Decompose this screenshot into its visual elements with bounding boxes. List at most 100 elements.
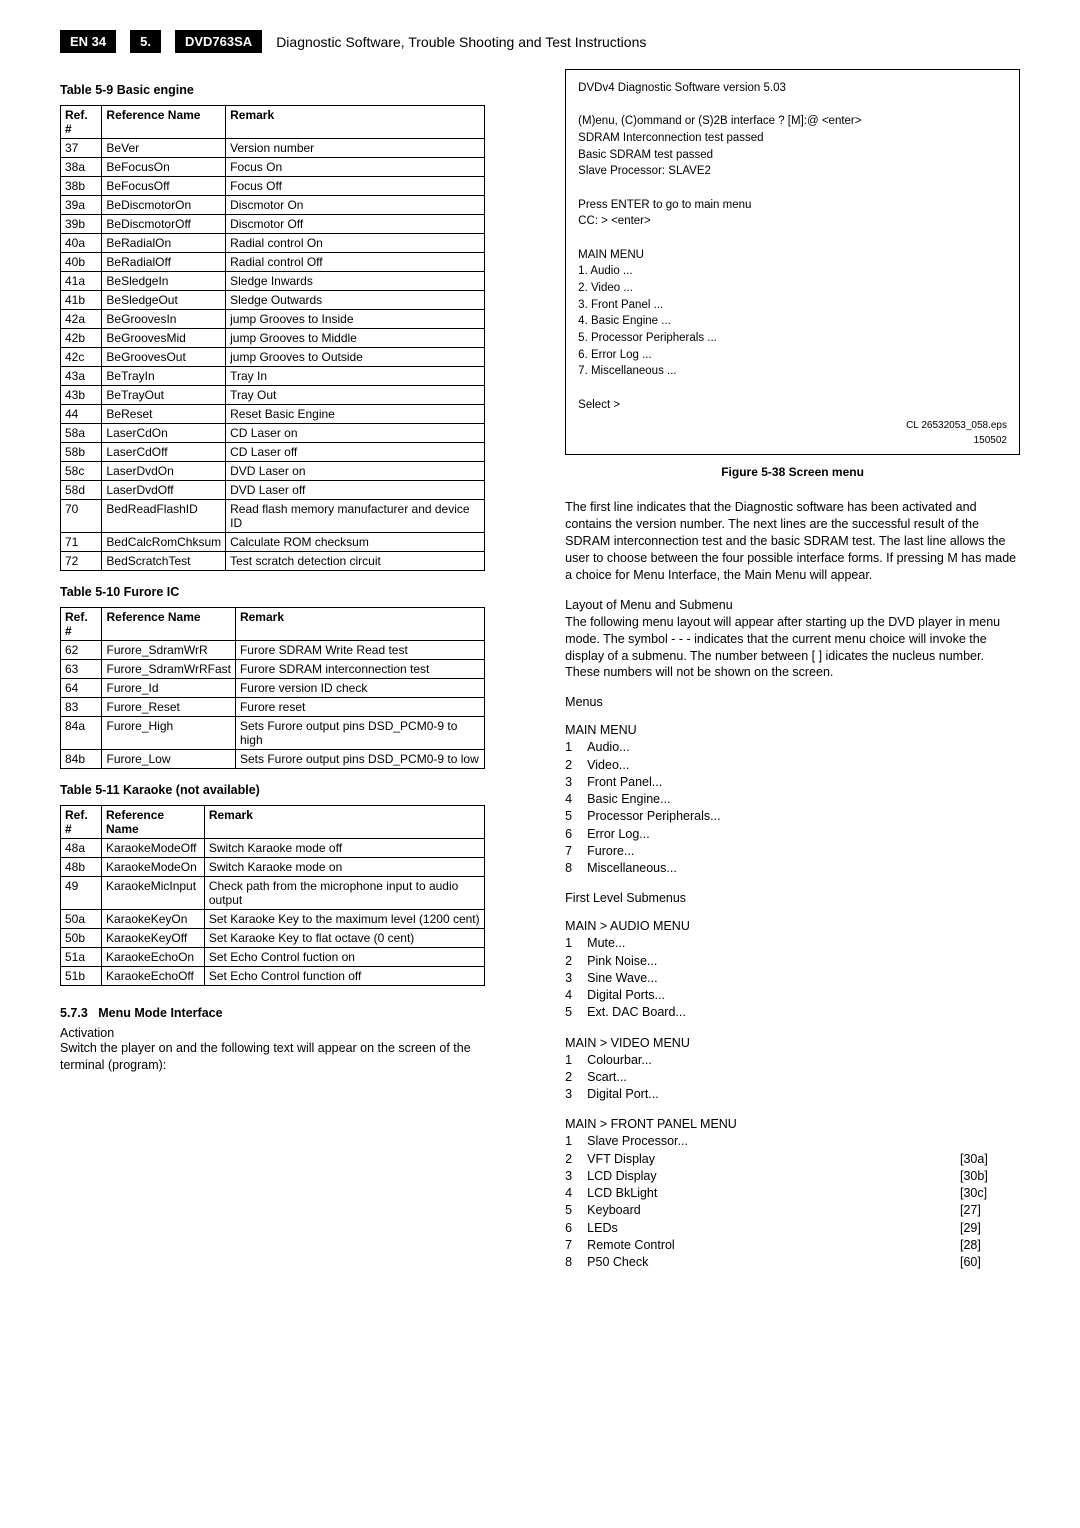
menu-item: 5Keyboard[27]	[565, 1202, 1020, 1219]
table-cell: CD Laser on	[226, 424, 485, 443]
table-cell: Focus Off	[226, 177, 485, 196]
table-5-11-title: Table 5-11 Karaoke (not available)	[60, 783, 485, 797]
first-level-label: First Level Submenus	[565, 891, 1020, 905]
screen-line: Press ENTER to go to main menu	[578, 197, 1007, 214]
table-cell: Set Karaoke Key to flat octave (0 cent)	[204, 929, 484, 948]
col-ref: Ref. #	[61, 806, 102, 839]
table-cell: 41a	[61, 272, 102, 291]
menu-item-number: 4	[565, 1185, 587, 1202]
table-cell: BeGroovesIn	[102, 310, 226, 329]
menu-item-label: Front Panel...	[587, 774, 1020, 791]
table-row: 39aBeDiscmotorOnDiscmotor On	[61, 196, 485, 215]
menu-item: 3Digital Port...	[565, 1086, 1020, 1103]
menu-item-number: 7	[565, 843, 587, 860]
menu-item: 5Processor Peripherals...	[565, 808, 1020, 825]
menu-item: 7Furore...	[565, 843, 1020, 860]
menu-item-ref: [27]	[960, 1202, 1020, 1219]
menu-item-number: 3	[565, 774, 587, 791]
table-cell: 50b	[61, 929, 102, 948]
table-cell: BeRadialOff	[102, 253, 226, 272]
table-row: 70BedReadFlashIDRead flash memory manufa…	[61, 500, 485, 533]
table-row: 42cBeGroovesOutjump Grooves to Outside	[61, 348, 485, 367]
screen-menu-item: 1. Audio ...	[578, 263, 1007, 280]
table-cell: 72	[61, 552, 102, 571]
menu-item: 8P50 Check[60]	[565, 1254, 1020, 1271]
table-cell: BeFocusOff	[102, 177, 226, 196]
table-cell: Discmotor Off	[226, 215, 485, 234]
section-number-box: 5.	[130, 30, 161, 53]
main-menu-title: MAIN MENU	[565, 723, 1020, 737]
table-row: 51aKaraokeEchoOnSet Echo Control fuction…	[61, 948, 485, 967]
table-cell: 50a	[61, 910, 102, 929]
table-cell: KaraokeKeyOn	[102, 910, 205, 929]
menu-item: 1Audio...	[565, 739, 1020, 756]
table-cell: Read flash memory manufacturer and devic…	[226, 500, 485, 533]
menu-item: 7Remote Control[28]	[565, 1237, 1020, 1254]
table-cell: 58c	[61, 462, 102, 481]
screen-line: MAIN MENU	[578, 247, 1007, 264]
audio-menu-title: MAIN > AUDIO MENU	[565, 919, 1020, 933]
table-cell: 63	[61, 660, 102, 679]
menu-item-label: Error Log...	[587, 826, 1020, 843]
menu-item-ref	[960, 1133, 1020, 1150]
table-cell: 83	[61, 698, 102, 717]
table-cell: 58b	[61, 443, 102, 462]
table-cell: 41b	[61, 291, 102, 310]
table-cell: jump Grooves to Inside	[226, 310, 485, 329]
menu-item-label: LCD Display	[587, 1168, 960, 1185]
table-cell: 39a	[61, 196, 102, 215]
table-cell: Furore_SdramWrRFast	[102, 660, 235, 679]
table-row: 71BedCalcRomChksumCalculate ROM checksum	[61, 533, 485, 552]
table-cell: Radial control Off	[226, 253, 485, 272]
menu-item: 8Miscellaneous...	[565, 860, 1020, 877]
menu-item-label: Basic Engine...	[587, 791, 1020, 808]
table-cell: BeDiscmotorOn	[102, 196, 226, 215]
menu-item-label: Digital Port...	[587, 1086, 1020, 1103]
menu-item-ref: [30a]	[960, 1151, 1020, 1168]
menu-item-number: 4	[565, 987, 587, 1004]
table-row: 37BeVerVersion number	[61, 139, 485, 158]
menu-item-label: Mute...	[587, 935, 1020, 952]
table-cell: BeReset	[102, 405, 226, 424]
table-row: 40bBeRadialOffRadial control Off	[61, 253, 485, 272]
section-5-7-3: 5.7.3 Menu Mode Interface	[60, 1006, 485, 1020]
table-cell: Check path from the microphone input to …	[204, 877, 484, 910]
table-cell: Test scratch detection circuit	[226, 552, 485, 571]
screen-line: Basic SDRAM test passed	[578, 147, 1007, 164]
table-cell: BeDiscmotorOff	[102, 215, 226, 234]
table-cell: 42c	[61, 348, 102, 367]
table-cell: 38b	[61, 177, 102, 196]
table-5-9: Ref. # Reference Name Remark 37BeVerVers…	[60, 105, 485, 571]
table-cell: Furore SDRAM Write Read test	[235, 641, 484, 660]
table-cell: 38a	[61, 158, 102, 177]
menu-item-label: Scart...	[587, 1069, 1020, 1086]
menu-item-label: Furore...	[587, 843, 1020, 860]
table-cell: 43b	[61, 386, 102, 405]
table-row: 50bKaraokeKeyOffSet Karaoke Key to flat …	[61, 929, 485, 948]
table-cell: Furore_Low	[102, 750, 235, 769]
menu-item-number: 3	[565, 1168, 587, 1185]
table-cell: BedScratchTest	[102, 552, 226, 571]
table-cell: 40b	[61, 253, 102, 272]
table-cell: 37	[61, 139, 102, 158]
table-cell: Switch Karaoke mode on	[204, 858, 484, 877]
table-cell: Sets Furore output pins DSD_PCM0-9 to hi…	[235, 717, 484, 750]
col-ref: Ref. #	[61, 608, 102, 641]
paragraph-2: The following menu layout will appear af…	[565, 614, 1020, 682]
table-row: 41aBeSledgeInSledge Inwards	[61, 272, 485, 291]
table-cell: KaraokeMicInput	[102, 877, 205, 910]
table-cell: 62	[61, 641, 102, 660]
menu-item: 3Sine Wave...	[565, 970, 1020, 987]
table-cell: Set Echo Control function off	[204, 967, 484, 986]
table-row: 58aLaserCdOnCD Laser on	[61, 424, 485, 443]
screen-note: CL 26532053_058.eps	[578, 419, 1007, 434]
table-cell: 84b	[61, 750, 102, 769]
table-cell: 44	[61, 405, 102, 424]
menu-item-label: Colourbar...	[587, 1052, 1020, 1069]
model-box: DVD763SA	[175, 30, 262, 53]
table-cell: 42a	[61, 310, 102, 329]
table-cell: KaraokeModeOn	[102, 858, 205, 877]
table-cell: Furore_Id	[102, 679, 235, 698]
table-cell: BeSledgeIn	[102, 272, 226, 291]
col-name: Reference Name	[102, 106, 226, 139]
